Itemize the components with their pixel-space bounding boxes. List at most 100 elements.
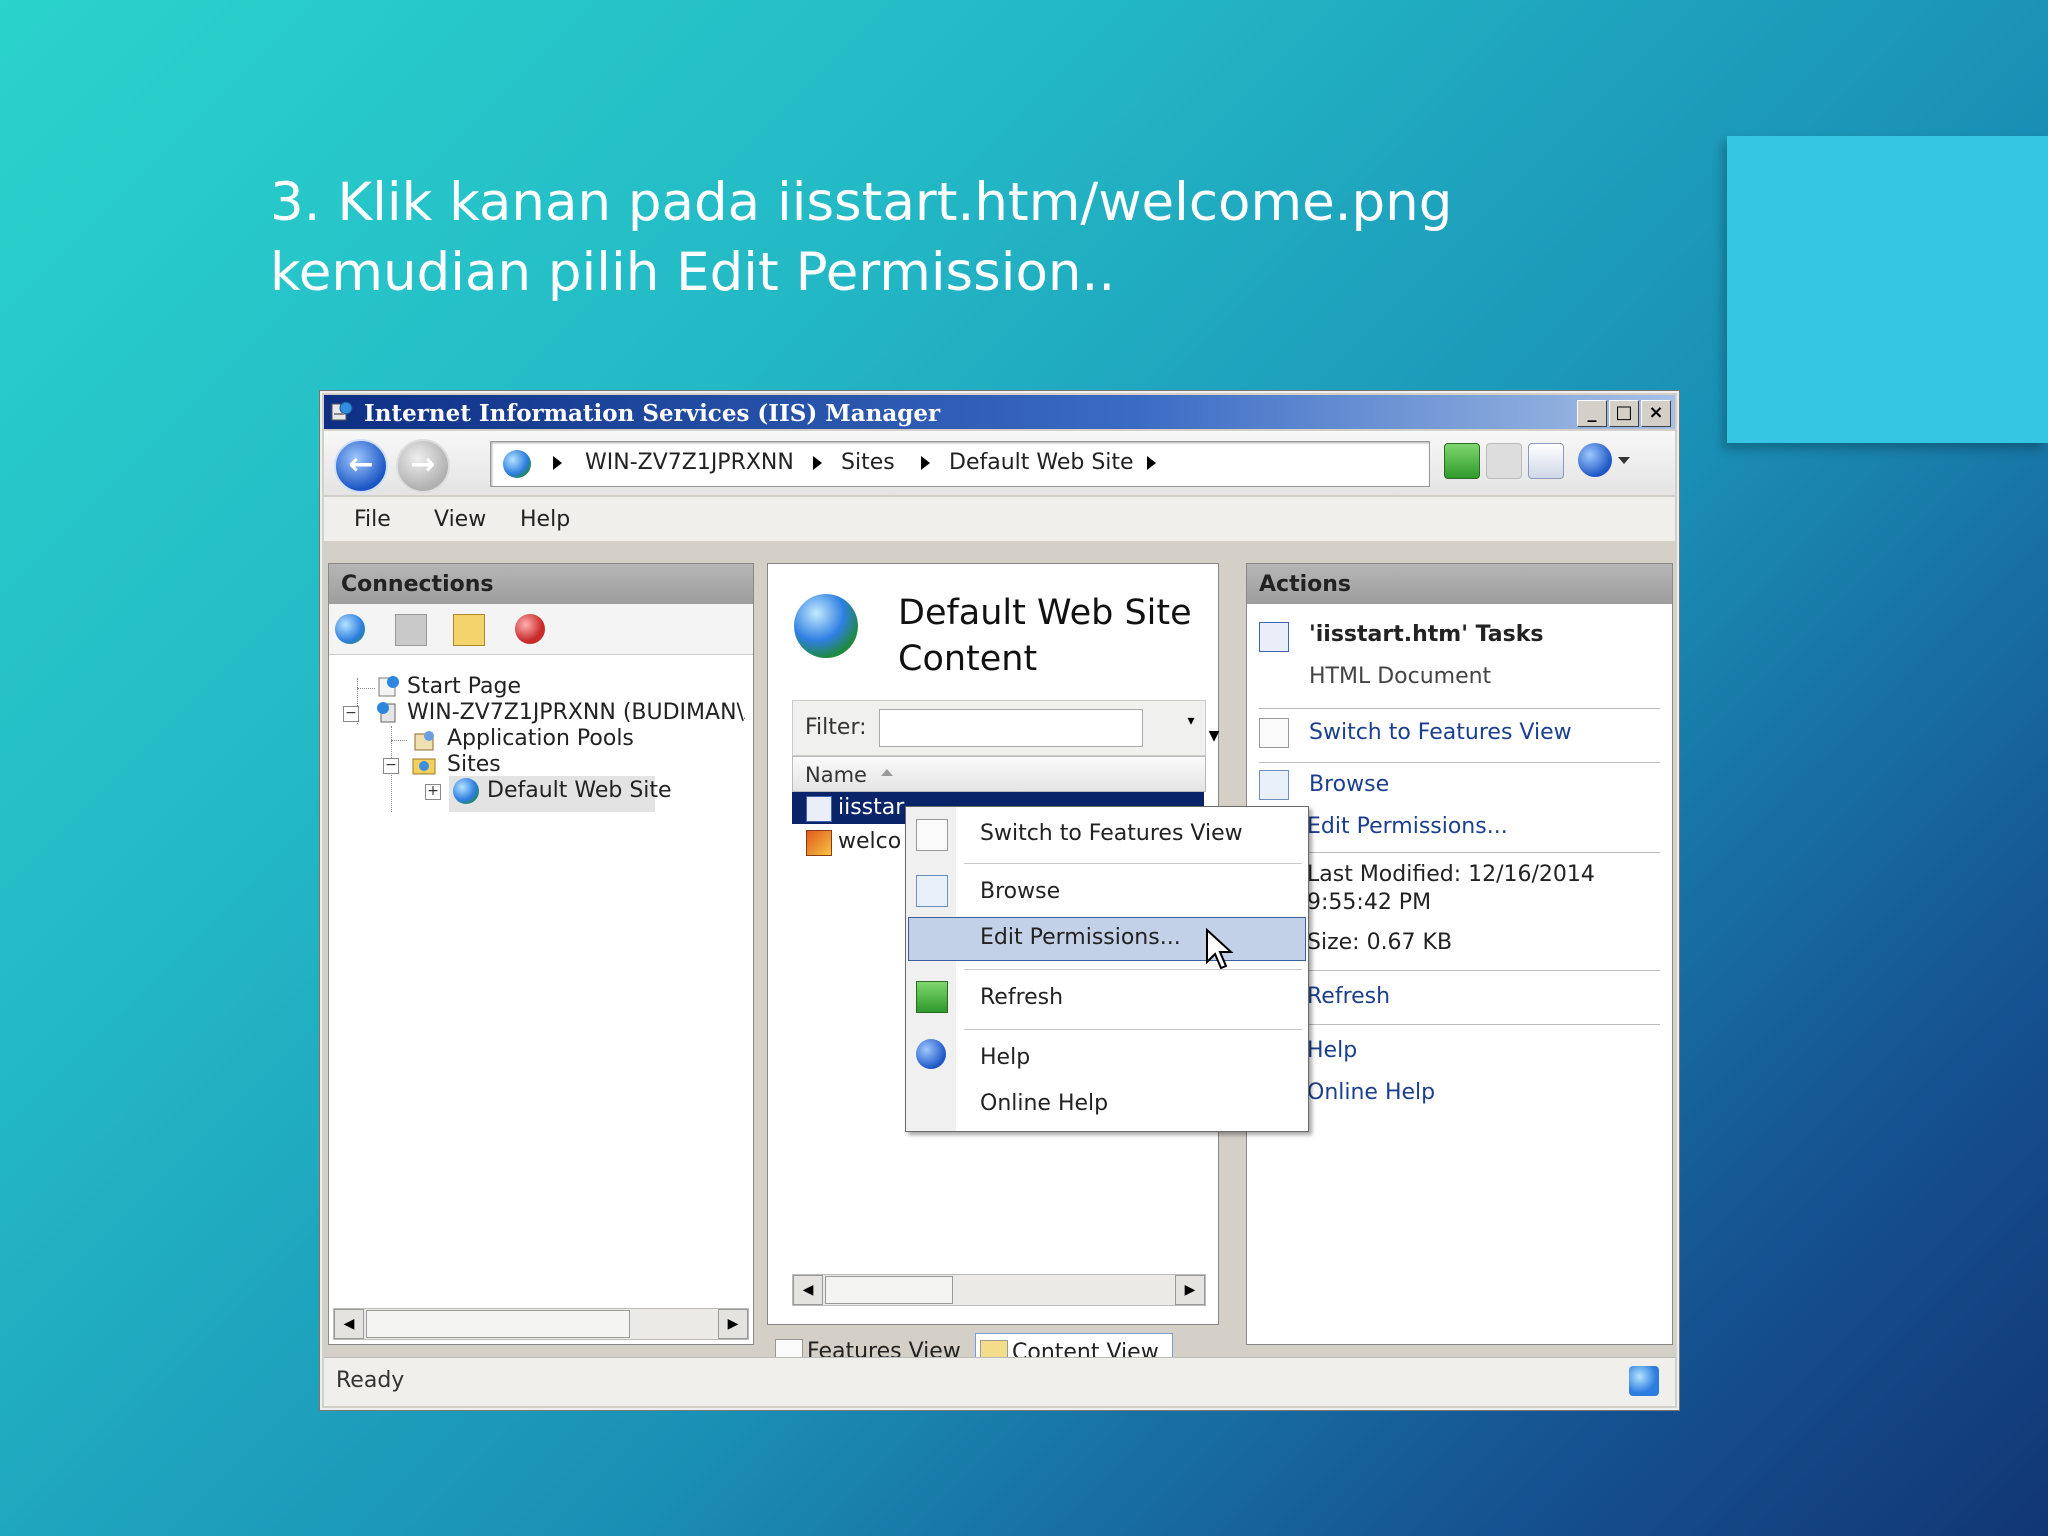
website-globe-icon [794, 594, 858, 658]
tree-line [391, 740, 407, 741]
features-view-icon [916, 819, 948, 851]
refresh-icon[interactable] [1444, 443, 1480, 479]
divider [1259, 708, 1660, 709]
start-page-icon [378, 676, 399, 697]
breadcrumb-sites[interactable]: Sites [841, 450, 895, 475]
tree-sites[interactable]: Sites [447, 752, 501, 777]
browse-icon [1259, 770, 1289, 800]
chevron-down-icon[interactable]: ▼ [1202, 720, 1226, 752]
breadcrumb-arrow-icon [553, 456, 562, 470]
iis-app-icon [331, 401, 353, 421]
action-refresh[interactable]: Refresh [1307, 984, 1390, 1009]
menu-item-switch-to-features-view[interactable]: Switch to Features View [980, 821, 1243, 846]
back-arrow-icon: ← [348, 447, 374, 482]
context-menu: Switch to Features View Browse Edit Perm… [905, 806, 1309, 1132]
action-online-help[interactable]: Online Help [1307, 1080, 1435, 1105]
menu-view[interactable]: View [434, 507, 486, 532]
menu-item-refresh[interactable]: Refresh [980, 985, 1063, 1010]
tree-line [357, 688, 375, 689]
connections-title: Connections [341, 572, 494, 597]
divider [964, 969, 1302, 970]
mouse-cursor-icon [1206, 928, 1234, 970]
scroll-left-icon[interactable]: ◀ [793, 1275, 823, 1305]
expand-default-web-site-button[interactable]: + [425, 784, 441, 800]
close-button[interactable]: × [1641, 400, 1671, 427]
action-browse[interactable]: Browse [1309, 772, 1389, 797]
filter-bar: Filter: ▼ ▾ [792, 700, 1219, 756]
home-icon[interactable] [1528, 443, 1564, 479]
collapse-sites-button[interactable]: − [383, 758, 399, 774]
tree-server[interactable]: WIN-ZV7Z1JPRXNN (BUDIMAN\A [407, 700, 745, 725]
disconnect-icon[interactable] [515, 614, 545, 644]
menu-item-edit-permissions[interactable]: Edit Permissions... [980, 925, 1181, 950]
title-bar[interactable]: Internet Information Services (IIS) Mana… [324, 395, 1675, 429]
browse-icon [916, 875, 948, 907]
action-switch-to-features-view[interactable]: Switch to Features View [1309, 720, 1572, 745]
scroll-right-icon[interactable]: ▶ [718, 1309, 748, 1339]
globe-icon [503, 450, 531, 478]
tree-default-web-site[interactable]: Default Web Site [487, 778, 672, 803]
server-icon [377, 702, 396, 723]
list-header[interactable]: Name [792, 756, 1206, 792]
features-view-icon [1259, 718, 1289, 748]
menu-item-help[interactable]: Help [980, 1045, 1030, 1070]
application-pools-icon [414, 731, 434, 751]
help-icon[interactable] [1578, 443, 1612, 477]
slide-title-line-2: kemudian pilih Edit Permission.. [270, 242, 1116, 303]
action-edit-permissions[interactable]: Edit Permissions... [1307, 814, 1508, 839]
actions-pane: Actions 'iisstart.htm' Tasks HTML Docume… [1246, 563, 1673, 1345]
menu-file[interactable]: File [354, 507, 391, 532]
content-horizontal-scrollbar[interactable]: ◀ ▶ [792, 1274, 1206, 1306]
stop-icon[interactable] [1486, 443, 1522, 479]
column-name-header[interactable]: Name [805, 763, 867, 787]
tree-application-pools[interactable]: Application Pools [447, 726, 634, 751]
content-title: Default Web Site Content [898, 590, 1192, 682]
menu-help[interactable]: Help [520, 507, 570, 532]
up-folder-icon[interactable] [453, 614, 485, 646]
file-size: Size: 0.67 KB [1307, 930, 1453, 955]
globe-icon [453, 778, 479, 804]
filter-input[interactable]: ▼ [879, 709, 1219, 747]
refresh-icon [916, 981, 948, 1013]
actions-title: Actions [1259, 572, 1351, 597]
last-modified-line-1: Last Modified: 12/16/2014 [1307, 862, 1595, 887]
filter-options-icon[interactable]: ▾ [1181, 713, 1201, 743]
connect-icon[interactable] [335, 614, 365, 644]
navigation-bar: ← → WIN-ZV7Z1JPRXNN Sites Default Web Si… [324, 431, 1675, 495]
scroll-left-icon[interactable]: ◀ [334, 1309, 364, 1339]
list-item-label: welco [838, 829, 902, 854]
scroll-right-icon[interactable]: ▶ [1175, 1275, 1205, 1305]
divider [1259, 1024, 1660, 1025]
sort-ascending-icon [881, 769, 893, 776]
context-menu-gutter [906, 807, 956, 1131]
back-button[interactable]: ← [334, 439, 388, 493]
connections-toolbar [329, 604, 753, 655]
breadcrumb-default-web-site[interactable]: Default Web Site [949, 450, 1134, 475]
scroll-thumb[interactable] [825, 1276, 953, 1304]
scroll-thumb[interactable] [366, 1310, 630, 1338]
tree-start-page[interactable]: Start Page [407, 674, 521, 699]
address-bar[interactable]: WIN-ZV7Z1JPRXNN Sites Default Web Site [490, 441, 1430, 487]
divider [964, 1029, 1302, 1030]
save-icon[interactable] [395, 614, 427, 646]
html-file-icon [806, 796, 832, 822]
actions-header: Actions [1247, 564, 1672, 604]
divider [1259, 970, 1660, 971]
chevron-down-icon[interactable] [1618, 457, 1630, 464]
divider [1259, 852, 1660, 853]
connections-horizontal-scrollbar[interactable]: ◀ ▶ [333, 1308, 749, 1340]
menu-bar: File View Help [324, 497, 1675, 541]
slide-title: 3. Klik kanan pada iisstart.htm/welcome.… [270, 168, 1570, 308]
collapse-server-button[interactable]: − [343, 706, 359, 722]
forward-button[interactable]: → [396, 439, 450, 493]
menu-item-browse[interactable]: Browse [980, 879, 1060, 904]
html-file-icon [1259, 622, 1289, 652]
action-help[interactable]: Help [1307, 1038, 1357, 1063]
divider [1259, 762, 1660, 763]
window-title: Internet Information Services (IIS) Mana… [364, 400, 941, 427]
maximize-button[interactable]: □ [1609, 400, 1639, 427]
minimize-button[interactable]: _ [1577, 400, 1607, 427]
menu-item-online-help[interactable]: Online Help [980, 1091, 1108, 1116]
breadcrumb-server[interactable]: WIN-ZV7Z1JPRXNN [585, 450, 794, 475]
sites-folder-icon [412, 758, 436, 775]
